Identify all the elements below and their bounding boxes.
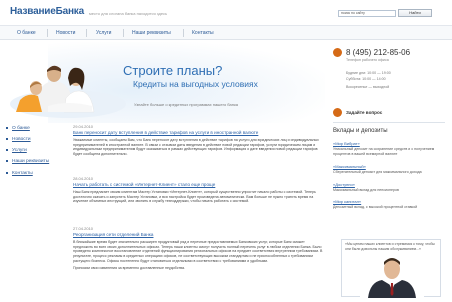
logo[interactable]: НазваниеБанка: [10, 6, 84, 19]
nav-item-news[interactable]: Новости: [56, 30, 75, 36]
slogan: место для слогана банка находится здесь: [89, 11, 168, 16]
deposit-link[interactable]: «Мир капитал»: [333, 199, 445, 204]
deposit-item: «Мир Вибрат» Уникальный депозит на сохра…: [333, 141, 445, 156]
nav-item-requisites[interactable]: Наши реквизиты: [132, 30, 171, 36]
family-photo: [10, 65, 126, 118]
nav-item-services[interactable]: Услуги: [96, 30, 111, 36]
left-nav-label[interactable]: Контакты: [12, 171, 33, 176]
nav-item-about[interactable]: О банке: [17, 30, 36, 36]
news-text-extra: Приносим свои извинения за временно дост…: [73, 265, 186, 270]
news-item: 27.04.2010 Реорганизация сети отделений …: [73, 226, 325, 271]
news-date: 27.04.2010: [73, 226, 94, 231]
deposit-item: «Мир капитал» Депозитный вклад, с высоко…: [333, 199, 445, 210]
deposit-desc: Депозитный вклад, с высокой процентной с…: [333, 205, 418, 209]
phone-icon: [333, 48, 342, 57]
left-nav-item-news[interactable]: Новости: [6, 137, 31, 143]
bullet-icon: [6, 159, 8, 162]
quote-text: «Мы ценим наших клиентов и стремимся к т…: [345, 242, 435, 251]
search-button[interactable]: Найти: [398, 9, 432, 17]
bullet-icon: [6, 137, 8, 140]
phone-number: 8 (495) 212-85-06: [346, 48, 411, 57]
left-nav-item-about[interactable]: О банке: [6, 126, 30, 132]
news-title-link[interactable]: Начать работать с системой «Интернет-Кли…: [73, 182, 325, 188]
deposit-desc: Уникальный депозит на сохранение средств…: [333, 147, 435, 156]
left-nav-item-services[interactable]: Услуги: [6, 148, 27, 154]
divider: [333, 122, 445, 123]
nav-separator: [86, 29, 87, 37]
news-title-link[interactable]: Банк переносит дату вступления в действи…: [73, 130, 325, 136]
news-date: 29.04.2010: [73, 124, 94, 129]
deposit-desc: Сберегательный депозит для максимального…: [333, 170, 422, 174]
news-text: В ближайшие время будет значительно расш…: [73, 239, 323, 264]
search-input[interactable]: поиск по сайту: [338, 10, 396, 17]
bullet-icon: [6, 148, 8, 151]
left-nav-item-requisites[interactable]: Наши реквизиты: [6, 159, 49, 165]
deposit-item: «Максимальный» Сберегательный депозит дл…: [333, 164, 445, 175]
banner-subtitle: Кредиты на выгодных условиях: [133, 79, 258, 89]
quote-box: «Мы ценим наших клиентов и стремимся к т…: [341, 239, 441, 298]
question-icon[interactable]: [333, 108, 342, 117]
news-item: 28.04.2010 Начать работать с системой «И…: [73, 176, 325, 204]
nav-separator: [123, 29, 124, 37]
deposit-link[interactable]: «Доступно»: [333, 182, 445, 187]
left-nav-label[interactable]: О банке: [12, 126, 30, 131]
hours-line: Воскресенье — выходной: [346, 85, 390, 89]
nav-item-contacts[interactable]: Контакты: [192, 30, 214, 36]
bullet-icon: [6, 126, 8, 129]
deposit-item: «Доступно» Максимальный вклад для пенсио…: [333, 182, 445, 193]
page: НазваниеБанка место для слогана банка на…: [0, 0, 452, 302]
portrait-photo: [360, 254, 424, 298]
left-nav-label[interactable]: Услуги: [12, 148, 27, 153]
banner-caption: Узнайте больше о кредитных программах на…: [134, 102, 239, 107]
deposit-link[interactable]: «Максимальный»: [333, 164, 445, 169]
logo-text[interactable]: НазваниеБанка: [10, 6, 84, 17]
left-nav-label[interactable]: Наши реквизиты: [12, 159, 49, 164]
left-nav-label[interactable]: Новости: [12, 137, 31, 142]
left-nav-item-contacts[interactable]: Контакты: [6, 171, 33, 177]
news-item: 29.04.2010 Банк переносит дату вступлени…: [73, 124, 325, 157]
promo-banner[interactable]: Строите планы? Кредиты на выгодных услов…: [0, 42, 325, 123]
top-nav: О банке Новости Услуги Наши реквизиты Ко…: [0, 26, 452, 40]
nav-separator: [183, 29, 184, 37]
deposit-desc: Максимальный вклад для пенсионеров: [333, 188, 399, 192]
bullet-icon: [6, 171, 8, 174]
deposit-link[interactable]: «Мир Вибрат»: [333, 141, 445, 146]
hours-line: Будние дни: 10:00 — 19:00: [346, 71, 391, 75]
news-date: 28.04.2010: [73, 176, 94, 181]
header: НазваниеБанка место для слогана банка на…: [0, 0, 452, 26]
left-nav: О банке Новости Услуги Наши реквизиты Ко…: [0, 123, 63, 302]
nav-separator: [47, 29, 48, 37]
ask-question-link[interactable]: Задайте вопрос: [346, 110, 382, 116]
news-title-link[interactable]: Реорганизация сети отделений Банка: [73, 232, 325, 238]
news-list: 29.04.2010 Банк переносит дату вступлени…: [73, 124, 325, 302]
banner-title: Строите планы?: [123, 63, 223, 78]
news-text: Уважаемые клиенты, сообщаем Вам, что Бан…: [73, 137, 319, 157]
news-text: Наш Банк предлагает своим клиентам Масте…: [73, 189, 316, 204]
deposits-heading: Вклады и депозиты: [333, 128, 388, 134]
hours-line: Суббота: 10:00 — 14:00: [346, 77, 386, 81]
phone-caption: Телефон рабочего офиса: [346, 58, 389, 62]
